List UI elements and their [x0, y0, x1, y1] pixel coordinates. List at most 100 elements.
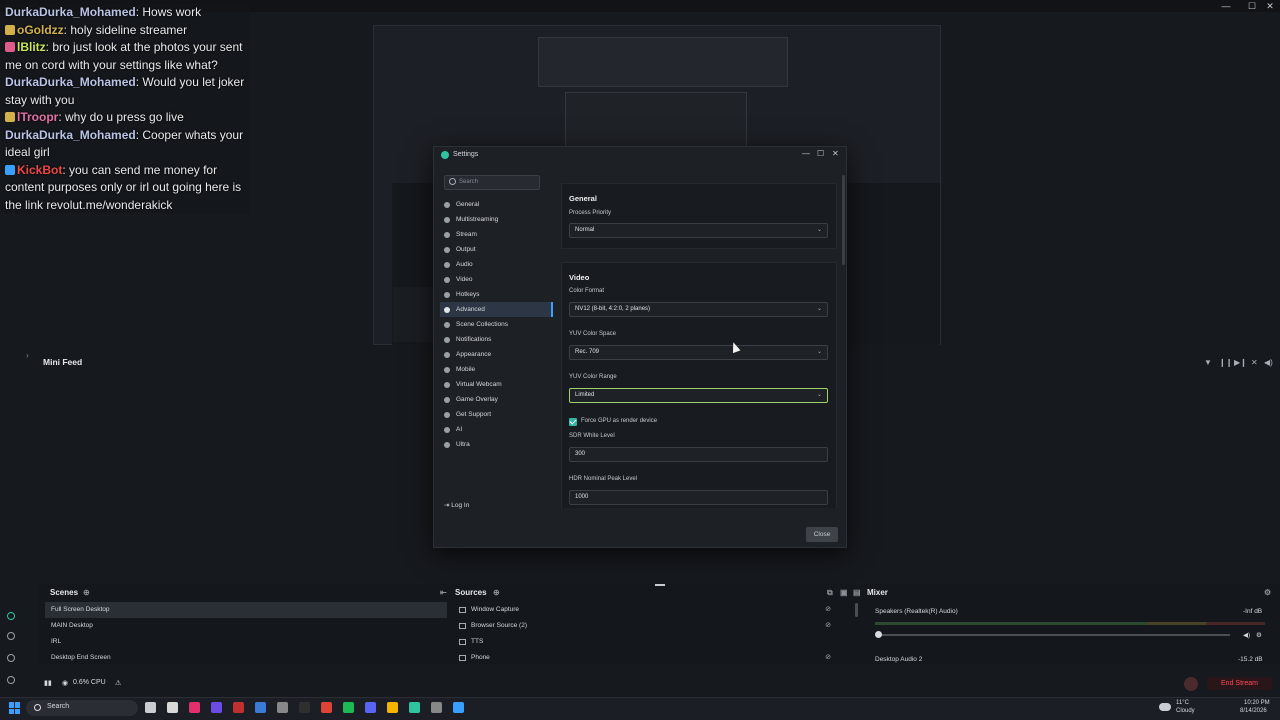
source-lock-icon[interactable]: ▤ [853, 588, 861, 597]
nav-item-output[interactable]: Output [440, 242, 553, 257]
nav-item-scene-collections[interactable]: Scene Collections [440, 317, 553, 332]
sdr-white-input[interactable]: 300 [569, 447, 828, 462]
scene-item[interactable]: Desktop End Screen [45, 650, 447, 666]
stats-icon[interactable]: ▮▮ [44, 679, 52, 687]
volume-icon[interactable]: ◀) [1264, 358, 1273, 367]
warning-icon[interactable]: ⚠ [115, 679, 121, 687]
profile-icon[interactable] [7, 676, 15, 684]
discord-icon[interactable] [365, 702, 376, 713]
channel-settings-icon[interactable]: ⚙ [1256, 631, 1262, 639]
add-source-icon[interactable]: ⊕ [493, 588, 500, 597]
minimize-icon[interactable]: — [1218, 0, 1234, 12]
chrome-icon[interactable] [321, 702, 332, 713]
chat-username: DurkaDurka_Mohamed [5, 127, 136, 142]
visibility-icon[interactable]: ⊘ [825, 602, 831, 618]
clock-time[interactable]: 10:20 PM [1244, 700, 1270, 707]
nav-item-general[interactable]: General [440, 197, 553, 212]
nav-item-hotkeys[interactable]: Hotkeys [440, 287, 553, 302]
record-button[interactable] [1184, 677, 1198, 691]
clock-date[interactable]: 8/14/2026 [1240, 708, 1267, 715]
youtube-icon[interactable] [233, 702, 244, 713]
hdr-peak-input[interactable]: 1000 [569, 490, 828, 505]
chat-message: lTroopr: why do u press go live [0, 109, 250, 127]
source-item[interactable]: TTS [455, 634, 839, 650]
mixer-settings-icon[interactable]: ⚙ [1264, 588, 1271, 597]
weather-temp: 11°C [1176, 700, 1189, 706]
nav-item-stream[interactable]: Stream [440, 227, 553, 242]
nav-item-game-overlay[interactable]: Game Overlay [440, 392, 553, 407]
mute-icon[interactable]: ◀) [1243, 631, 1250, 639]
close-button[interactable]: Close [806, 527, 838, 542]
file-explorer-icon[interactable] [387, 702, 398, 713]
visibility-icon[interactable]: ⊘ [825, 618, 831, 634]
steam-icon[interactable] [299, 702, 310, 713]
instagram-icon[interactable] [189, 702, 200, 713]
color-format-select[interactable]: NV12 (8-bit, 4:2:0, 2 planes) ⌄ [569, 302, 828, 317]
visibility-icon[interactable]: ⊘ [825, 650, 831, 666]
nav-item-appearance[interactable]: Appearance [440, 347, 553, 362]
chevron-right-icon[interactable]: › [26, 351, 29, 360]
end-stream-button[interactable]: End Stream [1207, 677, 1272, 690]
source-tools-icon[interactable]: ⧉ [827, 588, 833, 598]
add-scene-icon[interactable]: ⊕ [83, 588, 90, 597]
scene-item[interactable]: Full Screen Desktop [45, 602, 447, 618]
nav-item-audio[interactable]: Audio [440, 257, 553, 272]
sources-scrollbar[interactable] [855, 603, 858, 617]
layout-icon[interactable] [7, 632, 15, 640]
windows-start-icon[interactable] [9, 702, 21, 714]
nav-item-get-support[interactable]: Get Support [440, 407, 553, 422]
yuv-space-select[interactable]: Rec. 709 ⌄ [569, 345, 828, 360]
yuv-range-select[interactable]: Limited ⌄ [569, 388, 828, 403]
skip-icon[interactable]: ▶❙ [1234, 358, 1247, 367]
scene-item[interactable]: MAIN Desktop [45, 618, 447, 634]
process-priority-select[interactable]: Normal ⌄ [569, 223, 828, 238]
nav-item-mobile[interactable]: Mobile [440, 362, 553, 377]
source-item[interactable]: Browser Source (2) ⊘ [455, 618, 839, 634]
nav-item-advanced[interactable]: Advanced [440, 302, 553, 317]
login-button[interactable]: ⇥ Log In [444, 501, 469, 509]
taskbar-search-input[interactable] [26, 700, 138, 716]
settings-gear-icon[interactable] [7, 654, 15, 662]
nav-item-virtual-webcam[interactable]: Virtual Webcam [440, 377, 553, 392]
chat-message: oGoldzz: holy sideline streamer [0, 21, 250, 39]
network-icon[interactable] [431, 702, 442, 713]
clear-icon[interactable]: ✕ [1251, 358, 1258, 367]
general-icon [444, 201, 450, 208]
advanced-icon [444, 306, 450, 313]
source-folder-icon[interactable]: ▣ [840, 588, 848, 597]
settings-icon[interactable] [277, 702, 288, 713]
filter-icon[interactable]: ▼ [1204, 358, 1212, 367]
force-gpu-checkbox[interactable] [569, 418, 577, 426]
dialog-minimize-icon[interactable]: — [802, 149, 810, 158]
nav-item-notifications[interactable]: Notifications [440, 332, 553, 347]
maximize-icon[interactable]: ☐ [1244, 0, 1260, 12]
app-icon[interactable] [453, 702, 464, 713]
nav-item-multistreaming[interactable]: Multistreaming [440, 212, 553, 227]
nav-item-video[interactable]: Video [440, 272, 553, 287]
source-item[interactable]: Window Capture ⊘ [455, 602, 839, 618]
settings-scrollbar[interactable] [842, 175, 845, 265]
volume-slider[interactable] [878, 634, 1230, 636]
calculator-icon[interactable] [167, 702, 178, 713]
nav-item-label: Multistreaming [456, 216, 499, 223]
nav-item-label: Notifications [456, 336, 492, 343]
scene-item[interactable]: IRL [45, 634, 447, 650]
spotify-icon[interactable] [343, 702, 354, 713]
pause-icon[interactable]: ❙❙ [1219, 358, 1232, 367]
terminal-icon[interactable] [255, 702, 266, 713]
source-type-icon [459, 639, 466, 645]
dialog-close-icon[interactable]: ✕ [832, 149, 839, 158]
task-view-icon[interactable] [145, 702, 156, 713]
volume-slider-knob[interactable] [875, 631, 882, 638]
scene-collapse-icon[interactable]: ⇤ [440, 588, 447, 597]
cpu-usage: 0.6% CPU [73, 679, 106, 686]
streaming-app-icon[interactable] [409, 702, 420, 713]
nav-item-ultra[interactable]: Ultra [440, 437, 553, 452]
close-icon[interactable]: ✕ [1262, 0, 1278, 12]
dock-resize-handle[interactable] [655, 584, 665, 586]
twitch-icon[interactable] [211, 702, 222, 713]
studio-mode-icon[interactable] [7, 612, 15, 620]
source-item[interactable]: Phone ⊘ [455, 650, 839, 666]
nav-item-ai[interactable]: AI [440, 422, 553, 437]
dialog-maximize-icon[interactable]: ☐ [817, 149, 824, 158]
